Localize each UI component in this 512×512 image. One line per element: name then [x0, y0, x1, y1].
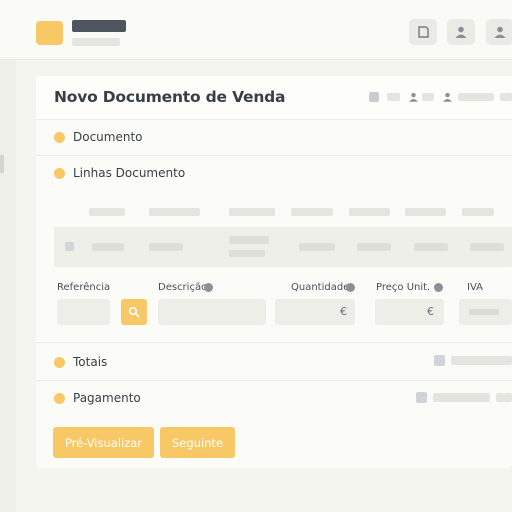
section-totais[interactable]: Totais: [36, 342, 512, 381]
toolbar-placeholder: [458, 93, 494, 101]
app-title-placeholder: [72, 20, 126, 32]
cell-placeholder: [414, 243, 448, 251]
toolbar-icon[interactable]: [369, 92, 379, 102]
column-header: [229, 208, 275, 216]
section-status-dot: [54, 357, 65, 368]
cell-placeholder: [149, 243, 183, 251]
cell-placeholder: [92, 243, 124, 251]
user-button[interactable]: [447, 19, 475, 45]
document-icon: [418, 26, 429, 38]
section-status-dot: [54, 393, 65, 404]
info-icon[interactable]: [204, 283, 213, 292]
pagamento-icon: [416, 392, 427, 403]
form-header: Novo Documento de Venda: [36, 76, 512, 120]
user-icon[interactable]: [442, 91, 453, 103]
row-checkbox[interactable]: [65, 242, 74, 251]
column-header: [89, 208, 125, 216]
column-header: [405, 208, 446, 216]
field-label-referencia: Referência: [57, 282, 111, 293]
iva-select[interactable]: [459, 299, 512, 325]
pagamento-value-placeholder: [433, 393, 490, 402]
cell-placeholder: [357, 243, 391, 251]
section-status-dot: [54, 168, 65, 179]
page-title: Novo Documento de Venda: [54, 88, 286, 106]
sidebar-handle[interactable]: [0, 155, 4, 173]
user-icon[interactable]: [408, 91, 419, 103]
user-icon: [494, 26, 506, 38]
quantidade-unit: €: [340, 305, 347, 318]
next-button[interactable]: Seguinte: [160, 427, 235, 458]
pagamento-value-placeholder: [496, 393, 512, 402]
toolbar-placeholder: [387, 93, 400, 101]
column-header: [462, 208, 494, 216]
iva-value-placeholder: [469, 309, 499, 315]
section-documento[interactable]: Documento: [36, 120, 512, 156]
cell-placeholder: [229, 250, 265, 257]
section-label: Documento: [73, 130, 143, 144]
preco-currency: €: [427, 305, 434, 318]
totais-icon: [434, 355, 445, 366]
column-header: [149, 208, 200, 216]
column-header: [349, 208, 390, 216]
totais-value-placeholder: [451, 356, 512, 365]
field-label-descricao: Descrição: [158, 282, 208, 293]
sales-document-form: Novo Documento de Venda Documento Linhas…: [36, 76, 512, 468]
cell-placeholder: [299, 243, 335, 251]
section-label: Pagamento: [73, 391, 141, 405]
cell-placeholder: [470, 243, 504, 251]
field-label-quantidade: Quantidade: [291, 282, 350, 293]
toolbar-placeholder: [500, 93, 512, 101]
section-label: Totais: [73, 355, 108, 369]
app-logo[interactable]: [36, 21, 63, 45]
sidebar-rail: [0, 60, 16, 512]
descricao-input[interactable]: [158, 299, 266, 325]
table-row[interactable]: [54, 227, 512, 267]
column-header: [291, 208, 333, 216]
user-icon: [455, 26, 467, 38]
section-status-dot: [54, 132, 65, 143]
field-label-preco: Preço Unit.: [376, 282, 431, 293]
referencia-input[interactable]: [57, 299, 110, 325]
section-linhas[interactable]: Linhas Documento: [36, 156, 512, 192]
info-icon[interactable]: [346, 283, 355, 292]
cell-placeholder: [229, 236, 269, 244]
search-icon: [128, 306, 140, 318]
info-icon[interactable]: [434, 283, 443, 292]
toolbar-placeholder: [422, 93, 434, 101]
app-subtitle-placeholder: [72, 38, 120, 46]
section-label: Linhas Documento: [73, 166, 186, 180]
preview-button[interactable]: Pré-Visualizar: [53, 427, 154, 458]
document-button[interactable]: [409, 19, 437, 45]
search-button[interactable]: [121, 299, 147, 325]
account-button[interactable]: [486, 19, 512, 45]
top-bar: [0, 0, 512, 60]
section-pagamento[interactable]: Pagamento: [36, 381, 512, 417]
field-label-iva: IVA: [467, 282, 483, 293]
